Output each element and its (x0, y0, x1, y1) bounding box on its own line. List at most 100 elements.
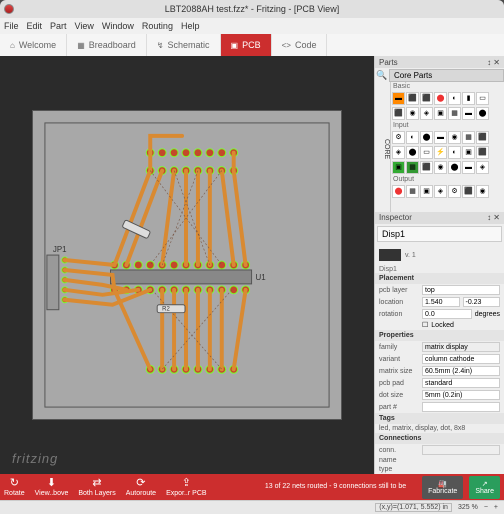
part-item[interactable]: ◉ (476, 185, 489, 198)
code-icon: <> (282, 41, 291, 50)
search-icon[interactable]: 🔍 (375, 70, 389, 81)
tab-breadboard[interactable]: ▦Breadboard (67, 34, 147, 56)
core-tab[interactable]: CORE (375, 82, 391, 212)
part-item[interactable]: ▭ (420, 146, 433, 159)
menu-window[interactable]: Window (102, 21, 134, 31)
part-item[interactable]: ⚡ (434, 146, 447, 159)
part-item[interactable]: ⬤ (406, 146, 419, 159)
autoroute-icon: ⟳ (136, 478, 145, 489)
part-number-input[interactable] (422, 402, 500, 412)
factory-icon: 🏭 (438, 480, 447, 488)
export-icon: ⇪ (182, 478, 191, 489)
titlebar: LBT2088AH test.fzz* - Fritzing - [PCB Vi… (0, 0, 504, 18)
part-item[interactable]: ◉ (434, 161, 447, 174)
part-item[interactable]: ◈ (420, 107, 433, 120)
part-item[interactable]: ⬛ (392, 107, 405, 120)
pcb-icon: ▣ (231, 41, 239, 50)
panel-controls[interactable]: ↕ ✕ (487, 213, 500, 222)
coords-readout: (x,y)=(1.071, 5.552) in (375, 503, 452, 512)
part-item[interactable]: ⬛ (420, 161, 433, 174)
part-item[interactable]: ⬤ (448, 161, 461, 174)
view-icon: ⬇ (47, 478, 56, 489)
part-item[interactable]: ◈ (434, 185, 447, 198)
rotation-input[interactable]: 0.0 (422, 309, 472, 319)
routing-status: 13 of 22 nets routed - 9 connections sti… (265, 483, 406, 491)
window-title: LBT2088AH test.fzz* - Fritzing - [PCB Vi… (165, 4, 339, 14)
panel-controls[interactable]: ↕ ✕ (487, 58, 500, 67)
menu-part[interactable]: Part (50, 21, 67, 31)
menu-file[interactable]: File (4, 21, 19, 31)
zoom-in-button[interactable]: + (494, 504, 498, 511)
part-item[interactable]: ⬛ (420, 92, 433, 105)
part-item[interactable]: ⚙ (448, 185, 461, 198)
part-item[interactable]: ▬ (462, 161, 475, 174)
rotate-button[interactable]: ↻Rotate (4, 478, 25, 497)
schematic-icon: ↯ (157, 41, 164, 50)
statusbar: (x,y)=(1.071, 5.552) in 325 % − + (0, 500, 504, 514)
both-layers-button[interactable]: ⇄Both Layers (78, 478, 115, 497)
tab-pcb[interactable]: ▣PCB (221, 34, 272, 56)
part-item[interactable]: ⬤ (420, 131, 433, 144)
breadboard-icon: ▦ (77, 41, 85, 50)
zoom-readout: 325 % (458, 504, 478, 511)
tab-schematic[interactable]: ↯Schematic (147, 34, 221, 56)
inspector-header: Inspector ↕ ✕ (375, 212, 504, 224)
part-item[interactable]: ⬤ (392, 185, 405, 198)
location-y-input[interactable]: -0.23 (463, 297, 501, 307)
part-item[interactable]: ▬ (434, 131, 447, 144)
matrix-size-select[interactable]: 60.5mm (2.4in) (422, 366, 500, 376)
part-item[interactable]: ⬛ (476, 131, 489, 144)
part-item[interactable]: ▦ (406, 185, 419, 198)
part-item[interactable]: ▭ (476, 92, 489, 105)
svg-text:R2: R2 (162, 307, 170, 313)
part-item[interactable]: ▣ (392, 161, 405, 174)
dot-size-select[interactable]: 5mm (0.2in) (422, 390, 500, 400)
part-item[interactable]: ⬤ (476, 107, 489, 120)
locked-checkbox[interactable]: ☐ (422, 321, 428, 329)
part-item[interactable]: ◐ (448, 146, 461, 159)
tab-code[interactable]: <>Code (272, 34, 328, 56)
inspector-part-name[interactable]: Disp1 (377, 226, 502, 242)
location-x-input[interactable]: 1.540 (422, 297, 460, 307)
part-item[interactable]: ▬ (392, 92, 405, 105)
tab-welcome[interactable]: ⌂Welcome (0, 34, 67, 56)
view-above-button[interactable]: ⬇View..bove (35, 478, 69, 497)
pcb-board[interactable]: JP1 U1 R2 (32, 110, 342, 420)
part-item[interactable]: ▦ (462, 131, 475, 144)
menu-edit[interactable]: Edit (27, 21, 43, 31)
part-item[interactable]: ◉ (406, 107, 419, 120)
part-item[interactable]: ⚙ (392, 131, 405, 144)
part-item[interactable]: ◈ (392, 146, 405, 159)
part-item[interactable]: ⬛ (462, 185, 475, 198)
part-item[interactable]: ⬛ (476, 146, 489, 159)
side-panels: Parts ↕ ✕ 🔍 Core Parts CORE Basic ▬ ⬛ ⬛ … (374, 56, 504, 474)
part-item[interactable]: ◈ (476, 161, 489, 174)
part-item[interactable]: ◐ (406, 131, 419, 144)
part-item[interactable]: ▦ (448, 107, 461, 120)
zoom-out-button[interactable]: − (484, 504, 488, 511)
parts-search: 🔍 Core Parts (375, 68, 504, 82)
fabricate-button[interactable]: 🏭Fabricate (422, 476, 463, 499)
pcb-canvas[interactable]: JP1 U1 R2 fritzing (0, 56, 374, 474)
menu-help[interactable]: Help (181, 21, 200, 31)
part-item[interactable]: ⬛ (406, 92, 419, 105)
part-item[interactable]: ▮ (462, 92, 475, 105)
pcb-layer-select[interactable]: top (422, 285, 500, 295)
menu-routing[interactable]: Routing (142, 21, 173, 31)
export-pcb-button[interactable]: ⇪Expor..r PCB (166, 478, 206, 497)
app-icon (4, 4, 14, 14)
part-item[interactable]: ▬ (462, 107, 475, 120)
part-item[interactable]: ▣ (420, 185, 433, 198)
share-button[interactable]: ↗Share (469, 476, 500, 499)
part-item[interactable]: ▣ (434, 107, 447, 120)
pcb-pad-select[interactable]: standard (422, 378, 500, 388)
part-item[interactable]: ◉ (448, 131, 461, 144)
pcb-artwork: JP1 U1 R2 (33, 111, 341, 419)
part-item[interactable]: ◐ (448, 92, 461, 105)
variant-select[interactable]: column cathode (422, 354, 500, 364)
part-item[interactable]: ▣ (462, 146, 475, 159)
autoroute-button[interactable]: ⟳Autoroute (126, 478, 156, 497)
part-item[interactable]: ⬤ (434, 92, 447, 105)
part-item[interactable]: ▦ (406, 161, 419, 174)
menu-view[interactable]: View (75, 21, 94, 31)
